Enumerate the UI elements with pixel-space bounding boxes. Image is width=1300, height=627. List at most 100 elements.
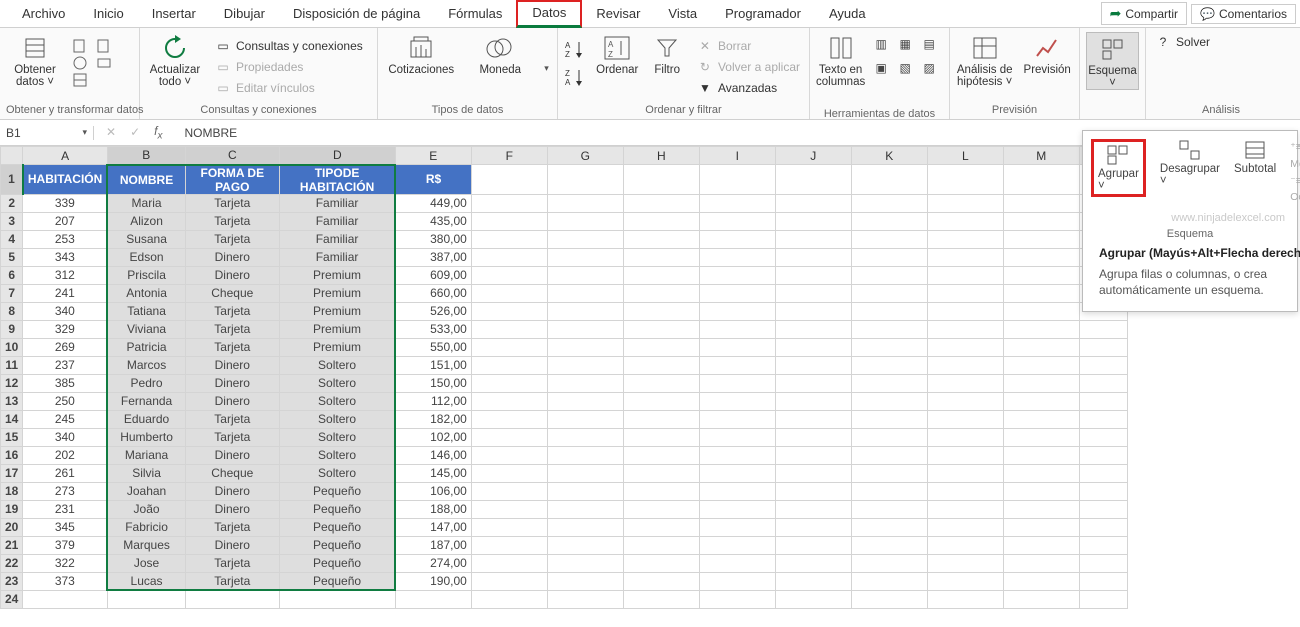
- cell[interactable]: 435,00: [395, 212, 471, 230]
- cell[interactable]: 269: [23, 338, 107, 356]
- cell[interactable]: 245: [23, 410, 107, 428]
- stocks-button[interactable]: Cotizaciones: [386, 32, 456, 76]
- accept-icon[interactable]: ✓: [130, 125, 140, 139]
- cell[interactable]: [471, 266, 547, 284]
- cell[interactable]: 106,00: [395, 482, 471, 500]
- cell[interactable]: 380,00: [395, 230, 471, 248]
- cell[interactable]: [623, 572, 699, 590]
- cell[interactable]: João: [107, 500, 185, 518]
- sort-button[interactable]: AZ Ordenar: [594, 32, 640, 76]
- cell[interactable]: [699, 284, 775, 302]
- cell[interactable]: 373: [23, 572, 107, 590]
- cell[interactable]: [547, 446, 623, 464]
- cell[interactable]: [1003, 446, 1079, 464]
- cell[interactable]: [775, 374, 851, 392]
- cell[interactable]: [927, 194, 1003, 212]
- row-header-19[interactable]: 19: [1, 500, 23, 518]
- cell[interactable]: [623, 410, 699, 428]
- cell[interactable]: [547, 518, 623, 536]
- cell[interactable]: [1003, 284, 1079, 302]
- header-cell[interactable]: R$: [395, 165, 471, 195]
- cell[interactable]: Tarjeta: [185, 194, 279, 212]
- cell[interactable]: [471, 302, 547, 320]
- cell[interactable]: [471, 482, 547, 500]
- cell[interactable]: [775, 320, 851, 338]
- cell[interactable]: [471, 165, 547, 195]
- cell[interactable]: Premium: [279, 266, 395, 284]
- cell[interactable]: [471, 230, 547, 248]
- cell[interactable]: [699, 500, 775, 518]
- cell[interactable]: 253: [23, 230, 107, 248]
- cell[interactable]: Premium: [279, 320, 395, 338]
- cell[interactable]: [471, 374, 547, 392]
- cell[interactable]: [547, 356, 623, 374]
- cell[interactable]: [185, 590, 279, 608]
- cell[interactable]: [623, 536, 699, 554]
- cell[interactable]: [927, 230, 1003, 248]
- cell[interactable]: Alizon: [107, 212, 185, 230]
- cell[interactable]: [927, 248, 1003, 266]
- cell[interactable]: Tarjeta: [185, 230, 279, 248]
- cell[interactable]: [927, 320, 1003, 338]
- cell[interactable]: Tarjeta: [185, 554, 279, 572]
- cell[interactable]: Marcos: [107, 356, 185, 374]
- row-header-1[interactable]: 1: [1, 165, 23, 195]
- cell[interactable]: [1003, 302, 1079, 320]
- cell[interactable]: [927, 536, 1003, 554]
- cell[interactable]: [471, 590, 547, 608]
- cell[interactable]: [471, 212, 547, 230]
- cell[interactable]: Dinero: [185, 536, 279, 554]
- col-header-I[interactable]: I: [699, 147, 775, 165]
- consolidate-icon[interactable]: ▣: [873, 60, 889, 76]
- cell[interactable]: Familiar: [279, 194, 395, 212]
- cell[interactable]: Joahan: [107, 482, 185, 500]
- cell[interactable]: [623, 374, 699, 392]
- cell[interactable]: Humberto: [107, 428, 185, 446]
- cell[interactable]: [775, 464, 851, 482]
- cell[interactable]: [775, 554, 851, 572]
- cell[interactable]: [927, 338, 1003, 356]
- cell[interactable]: [699, 446, 775, 464]
- cell[interactable]: Pequeño: [279, 536, 395, 554]
- row-header-21[interactable]: 21: [1, 536, 23, 554]
- cell[interactable]: 340: [23, 302, 107, 320]
- cell[interactable]: Soltero: [279, 410, 395, 428]
- from-file-icon[interactable]: [72, 38, 88, 54]
- tab-inicio[interactable]: Inicio: [79, 0, 137, 28]
- cell[interactable]: [851, 165, 927, 195]
- cell[interactable]: Soltero: [279, 374, 395, 392]
- cell[interactable]: [623, 500, 699, 518]
- cell[interactable]: 261: [23, 464, 107, 482]
- cell[interactable]: [623, 518, 699, 536]
- tab-dibujar[interactable]: Dibujar: [210, 0, 279, 28]
- cell[interactable]: [927, 572, 1003, 590]
- cell[interactable]: [623, 392, 699, 410]
- whatif-button[interactable]: Análisis de hipótesis ˅: [956, 32, 1013, 88]
- cell[interactable]: [1003, 194, 1079, 212]
- cell[interactable]: Patricia: [107, 338, 185, 356]
- cell[interactable]: [775, 482, 851, 500]
- col-header-J[interactable]: J: [775, 147, 851, 165]
- cell[interactable]: [927, 590, 1003, 608]
- from-web-icon[interactable]: [72, 55, 88, 71]
- cell[interactable]: [851, 194, 927, 212]
- cell[interactable]: Susana: [107, 230, 185, 248]
- cell[interactable]: [547, 554, 623, 572]
- get-data-button[interactable]: Obtener datos ˅: [6, 32, 64, 88]
- cell[interactable]: [851, 356, 927, 374]
- cell[interactable]: [1003, 266, 1079, 284]
- cell[interactable]: Soltero: [279, 392, 395, 410]
- cell[interactable]: [775, 194, 851, 212]
- cell[interactable]: [1003, 428, 1079, 446]
- cell[interactable]: [1003, 212, 1079, 230]
- cell[interactable]: Cheque: [185, 284, 279, 302]
- cell[interactable]: Dinero: [185, 482, 279, 500]
- cell[interactable]: [699, 590, 775, 608]
- row-header-11[interactable]: 11: [1, 356, 23, 374]
- cell[interactable]: Pequeño: [279, 482, 395, 500]
- cell[interactable]: Pequeño: [279, 554, 395, 572]
- cell[interactable]: 190,00: [395, 572, 471, 590]
- cell[interactable]: [851, 590, 927, 608]
- cell[interactable]: [851, 482, 927, 500]
- cell[interactable]: Soltero: [279, 428, 395, 446]
